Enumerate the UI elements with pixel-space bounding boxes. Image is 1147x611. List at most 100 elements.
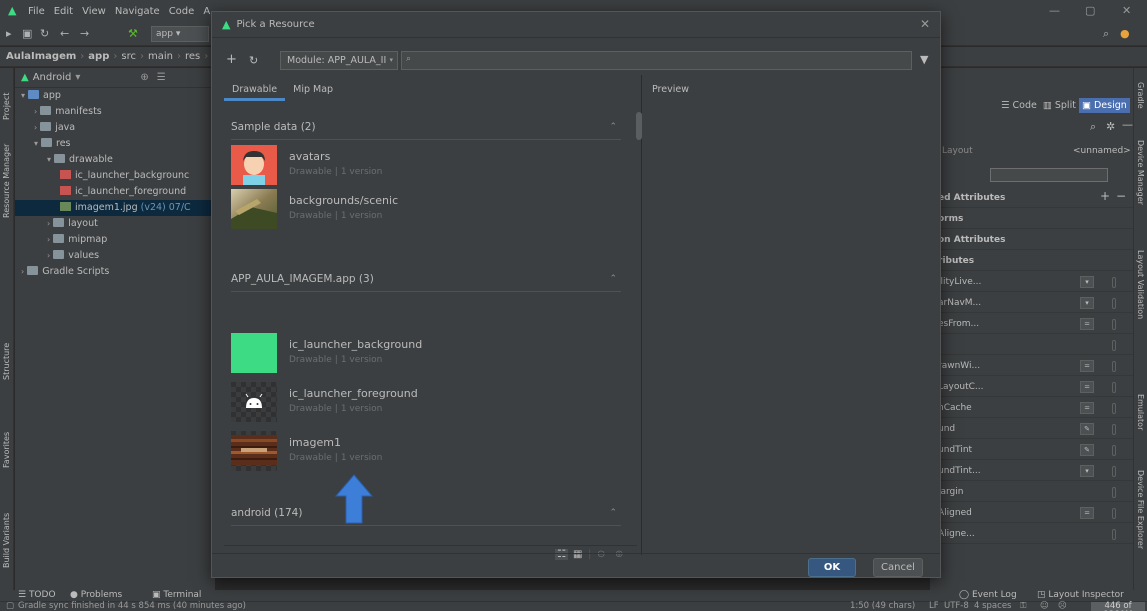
menu-view[interactable]: View (82, 6, 106, 17)
chevron-up-icon[interactable]: ⌃ (609, 117, 617, 137)
sync-icon[interactable]: ↻ (40, 27, 49, 40)
chevron-right-icon[interactable]: › (47, 251, 50, 260)
resource-item-backgrounds-scenic[interactable]: backgrounds/scenic Drawable | 1 version (231, 189, 621, 229)
save-icon[interactable]: ▣ (22, 27, 32, 40)
attribute-row[interactable]: undTint... ▾ (930, 462, 1133, 481)
attribute-row[interactable]: largin (930, 483, 1133, 502)
attribute-row[interactable]: nCache = (930, 399, 1133, 418)
tree-item[interactable]: imagem1.jpg (v24) 07/C (15, 200, 215, 216)
tree-item[interactable]: ▾ res (15, 136, 71, 152)
attribute-row[interactable]: arNavM... ▾ (930, 294, 1133, 313)
resource-item-avatars[interactable]: avatars Drawable | 1 version (231, 145, 621, 185)
memory-indicator[interactable]: 446 of 1280M (1091, 602, 1145, 611)
breadcrumb-project[interactable]: AulaImagem (6, 51, 76, 62)
collapse-all-icon[interactable]: ☰ (157, 72, 166, 83)
attribute-control[interactable]: ✎ (1080, 444, 1094, 456)
refresh-icon[interactable]: ↻ (249, 54, 258, 67)
open-folder-icon[interactable]: ▸ (6, 27, 12, 40)
attribute-row[interactable]: LayoutC... = (930, 378, 1133, 397)
attribute-control[interactable]: ✎ (1080, 423, 1094, 435)
attribute-control[interactable]: = (1080, 360, 1094, 372)
menu-navigate[interactable]: Navigate (115, 6, 160, 17)
attribute-control[interactable]: = (1080, 381, 1094, 393)
indent-setting[interactable]: 4 spaces (974, 602, 1011, 611)
chevron-right-icon[interactable]: › (47, 235, 50, 244)
minimize-panel-icon[interactable]: — (1122, 118, 1133, 131)
resource-item-ic-launcher-background[interactable]: ic_launcher_background Drawable | 1 versio… (231, 333, 621, 373)
attribute-section[interactable]: on Attributes (930, 231, 1133, 250)
project-view-selector[interactable]: ▲ Android ▾ ⊕ ☰ (15, 68, 215, 88)
line-separator[interactable]: LF (929, 602, 939, 611)
tree-item[interactable]: › manifests (15, 104, 102, 120)
tree-item[interactable]: ▾ drawable (15, 152, 113, 168)
tree-item[interactable]: ic_launcher_backgrounc (15, 168, 189, 184)
attribute-section[interactable]: orms (930, 210, 1133, 229)
back-icon[interactable]: ← (60, 27, 69, 40)
view-mode-code[interactable]: ☰ Code (998, 98, 1040, 113)
update-icon[interactable]: ● (1120, 27, 1130, 40)
run-configuration-dropdown[interactable]: app ▾ (151, 26, 209, 42)
pane-divider[interactable] (641, 75, 642, 555)
chevron-down-icon[interactable]: ▾ (47, 155, 51, 164)
resource-search-input[interactable] (418, 53, 898, 68)
tool-tab-todo[interactable]: ☰ TODO (18, 590, 56, 600)
close-window-icon[interactable]: ✕ (1122, 4, 1131, 17)
attribute-row[interactable]: Aligned = (930, 504, 1133, 523)
group-header-app[interactable]: APP_AULA_IMAGEM.app (3) ⌃ (231, 269, 621, 289)
chevron-right-icon[interactable]: › (34, 107, 37, 116)
tab-mip-map[interactable]: Mip Map (285, 81, 341, 101)
dialog-close-icon[interactable]: ✕ (920, 17, 930, 31)
cancel-button[interactable]: Cancel (873, 558, 923, 577)
file-encoding[interactable]: UTF-8 (944, 602, 969, 611)
tree-item[interactable]: › java (15, 120, 75, 136)
chevron-down-icon[interactable]: ▾ (21, 91, 25, 100)
breadcrumb-app[interactable]: app (88, 51, 109, 62)
tool-tab-problems[interactable]: ● Problems (70, 590, 122, 600)
resource-item-imagem1[interactable]: imagem1 Drawable | 1 version (231, 431, 621, 471)
attribute-control[interactable]: = (1080, 507, 1094, 519)
tab-drawable[interactable]: Drawable (224, 81, 286, 101)
tree-item[interactable]: › Gradle Scripts (15, 264, 109, 280)
view-mode-split[interactable]: ▥ Split (1040, 98, 1079, 113)
chevron-right-icon[interactable]: › (47, 219, 50, 228)
attribute-control[interactable]: ▾ (1080, 276, 1094, 288)
resource-item-ic-launcher-foreground[interactable]: ic_launcher_foreground Drawable | 1 versio… (231, 382, 621, 422)
tree-item[interactable]: ic_launcher_foreground (15, 184, 186, 200)
tree-item[interactable]: › values (15, 248, 99, 264)
attribute-control[interactable]: ▾ (1080, 465, 1094, 477)
chevron-right-icon[interactable]: › (34, 123, 37, 132)
group-header-android[interactable]: android (174) ⌃ (231, 503, 621, 523)
breadcrumb-res[interactable]: res (185, 51, 200, 62)
add-attribute-icon[interactable]: + (1100, 189, 1110, 203)
attribute-row[interactable]: Aligne... (930, 525, 1133, 544)
smile-icon[interactable]: ☺ (1040, 602, 1049, 611)
tool-tab-terminal[interactable]: ▣ Terminal (152, 590, 201, 600)
tool-tab-event-log[interactable]: ◯ Event Log (959, 590, 1017, 600)
add-resource-icon[interactable]: + (226, 52, 237, 67)
tree-item[interactable]: › layout (15, 216, 98, 232)
attribute-control[interactable]: ▾ (1080, 297, 1094, 309)
build-hammer-icon[interactable]: ⚒ (128, 27, 138, 40)
list-scrollbar[interactable] (636, 112, 642, 140)
lock-icon[interactable]: ⚿ (1020, 602, 1026, 611)
maximize-icon[interactable]: ▢ (1085, 4, 1095, 17)
tree-item[interactable]: ▾ app (15, 88, 61, 104)
tree-item[interactable]: › mipmap (15, 232, 107, 248)
target-icon[interactable]: ⊕ (140, 72, 148, 83)
menu-code[interactable]: Code (169, 6, 195, 17)
view-mode-design[interactable]: ▣ Design (1078, 98, 1130, 113)
breadcrumb-main[interactable]: main (148, 51, 173, 62)
attribute-row[interactable]: esFrom... = (930, 315, 1133, 334)
attribute-row[interactable]: undTint ✎ (930, 441, 1133, 460)
forward-icon[interactable]: → (80, 27, 89, 40)
chevron-down-icon[interactable]: ▾ (34, 139, 38, 148)
attribute-control[interactable]: = (1080, 402, 1094, 414)
chevron-up-icon[interactable]: ⌃ (609, 269, 617, 289)
ok-button[interactable]: OK (808, 558, 856, 577)
id-input[interactable] (990, 168, 1108, 182)
attribute-row[interactable]: und ✎ (930, 420, 1133, 439)
module-selector[interactable]: Module: APP_AULA_II ▾ (280, 51, 398, 70)
menu-file[interactable]: File (28, 6, 45, 17)
breadcrumb-src[interactable]: src (121, 51, 136, 62)
attribute-row[interactable]: ilityLive... ▾ (930, 273, 1133, 292)
